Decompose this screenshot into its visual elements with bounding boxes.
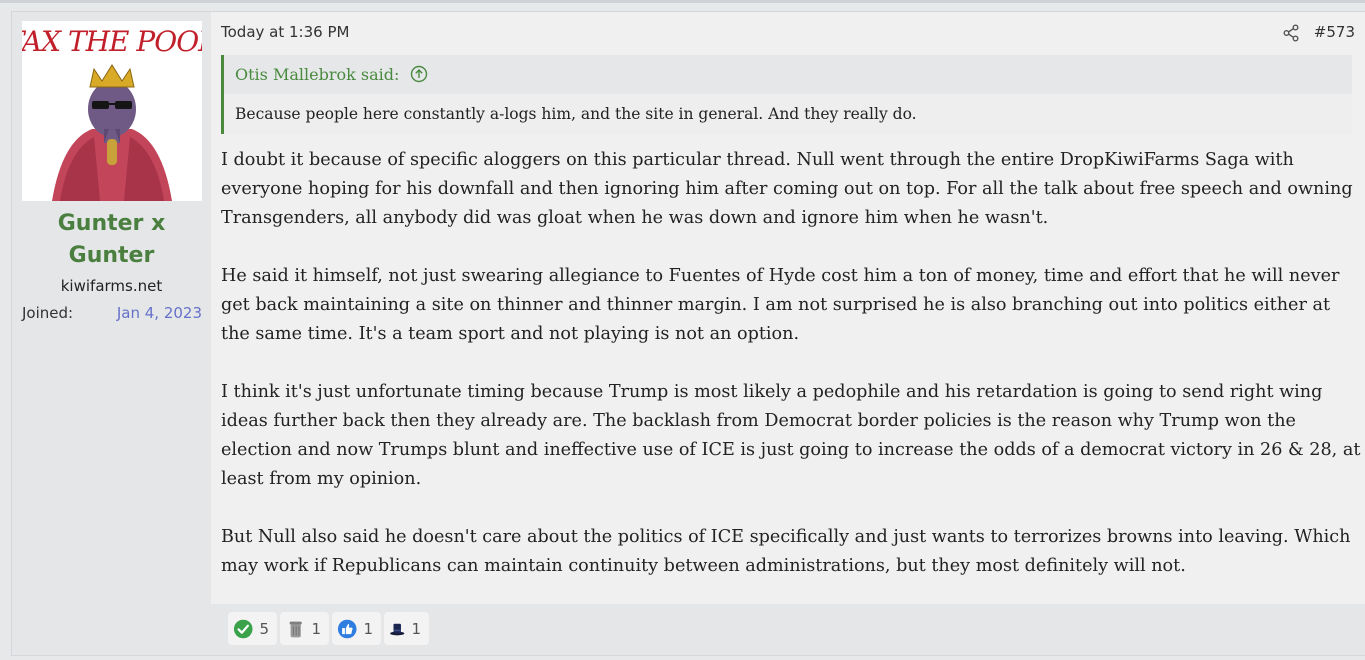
reaction-thumbs-up[interactable]: 1: [332, 612, 381, 645]
quote-author: Otis Mallebrok said:: [235, 65, 400, 84]
post-content: Today at 1:36 PM #573 Otis Mallebrok sai…: [211, 12, 1365, 655]
message-paragraph: I doubt it because of specific aloggers …: [221, 150, 1353, 228]
forum-post: TAX THE POOR: [11, 11, 1365, 656]
user-title: kiwifarms.net: [60, 277, 163, 295]
reaction-count: 1: [363, 619, 373, 638]
message-paragraph: But Null also said he doesn't care about…: [221, 527, 1351, 576]
top-hat-icon: [390, 623, 405, 635]
reaction-count: 1: [411, 619, 421, 638]
quote-block: Otis Mallebrok said: Because people here…: [221, 55, 1352, 134]
page: TAX THE POOR: [0, 0, 1365, 660]
top-divider: [0, 0, 1365, 3]
checkmark-icon: [233, 619, 253, 638]
reaction-count: 1: [311, 619, 321, 638]
message-paragraph: He said it himself, not just swearing al…: [221, 266, 1340, 344]
post-number-link[interactable]: #573: [1314, 23, 1355, 41]
message-paragraph: I think it's just unfortunate timing bec…: [221, 382, 1361, 489]
quote-attribution-link[interactable]: Otis Mallebrok said:: [235, 65, 428, 84]
avatar[interactable]: TAX THE POOR: [22, 21, 202, 201]
avatar-image: TAX THE POOR: [22, 21, 202, 201]
joined-label: Joined:: [22, 304, 74, 322]
quote-text: Because people here constantly a-logs hi…: [224, 94, 1352, 134]
user-info-panel: TAX THE POOR: [12, 12, 211, 655]
message-body: I doubt it because of specific aloggers …: [221, 146, 1361, 610]
share-icon[interactable]: [1282, 24, 1300, 42]
reaction-checkmark[interactable]: 5: [228, 612, 277, 645]
reaction-top-hat[interactable]: 1: [384, 612, 429, 645]
post-timestamp-link[interactable]: Today at 1:36 PM: [221, 23, 349, 41]
thumbs-up-icon: [337, 619, 357, 638]
reactions-bar: 5 1 1 1: [211, 604, 1365, 655]
arrow-up-circle-icon[interactable]: [410, 65, 428, 83]
reaction-count: 5: [259, 619, 269, 638]
username-link[interactable]: Gunter x Gunter: [12, 208, 211, 272]
joined-date: Jan 4, 2023: [116, 304, 202, 322]
trash-can-icon: [289, 621, 302, 637]
svg-text:TAX THE POOR: TAX THE POOR: [22, 25, 202, 58]
reaction-trash-can[interactable]: 1: [280, 612, 329, 645]
